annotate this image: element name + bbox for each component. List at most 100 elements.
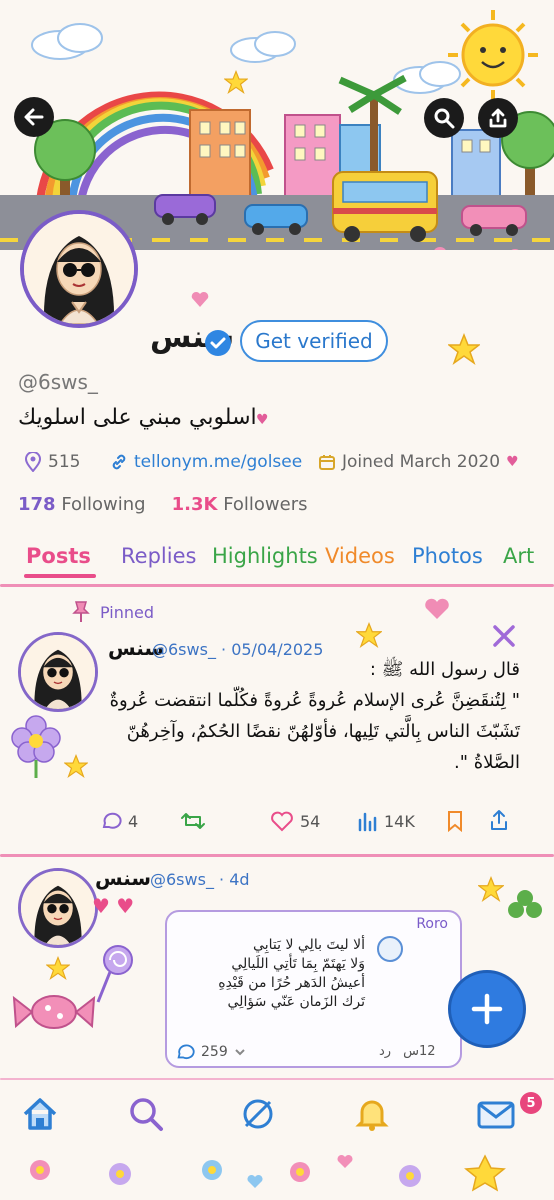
lollipop-decoration-icon: [96, 945, 133, 1003]
follow-stats: 178 Following 1.3K Followers: [18, 494, 308, 515]
nav-notifications[interactable]: [350, 1092, 394, 1136]
nav-search[interactable]: [124, 1092, 168, 1136]
bookmark-icon: [448, 811, 462, 832]
tab-art[interactable]: Art: [503, 544, 534, 568]
share-icon: [491, 810, 507, 830]
bell-icon: [355, 1100, 389, 1131]
reply-count: 4: [128, 811, 139, 831]
active-tab-indicator: [24, 574, 96, 578]
share-button[interactable]: [478, 98, 518, 138]
star-decoration-icon: [46, 956, 70, 980]
website-text[interactable]: tellonym.me/golsee: [134, 452, 302, 472]
quote-reply-count: 259: [201, 1044, 228, 1060]
tab-highlights[interactable]: Highlights: [212, 544, 318, 568]
pin-icon: [72, 601, 90, 622]
search-icon: [130, 1098, 163, 1131]
nav-divider: [0, 1078, 554, 1080]
plus-icon: [471, 993, 503, 1025]
quote-reply-button[interactable]: 259: [175, 1042, 246, 1062]
avatar-drawing: [24, 214, 134, 324]
profile-bio: اسلوبي مبني على اسلويك: [18, 405, 257, 430]
hearts-decoration-icon: ♥ ♥: [92, 894, 135, 918]
location-text: 515: [48, 452, 81, 472]
star-decoration-icon: [64, 754, 88, 778]
footer-doodles: [30, 1154, 506, 1192]
tab-videos[interactable]: Videos: [325, 544, 395, 568]
quote-author-avatar[interactable]: [377, 936, 403, 962]
quote-line: تَرك الزَمان عَنّي سَؤالِي: [227, 994, 365, 1010]
quote-time: 12س: [403, 1044, 436, 1059]
following-link[interactable]: 178 Following: [18, 494, 146, 515]
post-avatar[interactable]: [18, 632, 98, 712]
star-decoration-icon: [356, 622, 382, 648]
repost-icon: [181, 813, 205, 829]
calendar-icon: [319, 455, 335, 470]
profile-handle: @6sws_: [18, 370, 98, 394]
quote-author-name[interactable]: Roro: [416, 916, 448, 932]
flower-decoration-icon: [11, 715, 61, 778]
heart-icon: ♥: [256, 412, 269, 428]
tabs-divider: [0, 584, 554, 587]
back-button[interactable]: [14, 97, 54, 137]
following-count: 178: [18, 494, 56, 515]
quote-text: ألا ليتَ بالِي لا يَتابِي وَلا يَهتَمّ ب…: [177, 936, 365, 1012]
get-verified-button[interactable]: Get verified: [240, 320, 388, 362]
share-post-button[interactable]: [488, 808, 510, 832]
tab-posts[interactable]: Posts: [26, 544, 91, 568]
tab-photos[interactable]: Photos: [412, 544, 483, 568]
like-button[interactable]: 54: [270, 810, 320, 832]
post-divider: [0, 854, 554, 857]
quote-line: ألا ليتَ بالِي لا يَتابِي: [253, 937, 365, 953]
heart-icon: ♥: [506, 454, 519, 470]
link-icon: [112, 454, 126, 470]
post-avatar[interactable]: [18, 868, 98, 948]
pinned-indicator: Pinned: [70, 600, 154, 624]
views-button[interactable]: 14K: [356, 810, 415, 832]
pinned-label: Pinned: [100, 602, 155, 622]
post-author-name[interactable]: سنس: [95, 866, 151, 890]
nav-grok[interactable]: [236, 1092, 280, 1136]
followers-link[interactable]: 1.3K Followers: [172, 494, 308, 515]
following-label: Following: [61, 494, 146, 515]
flower-decoration-icon: [508, 890, 542, 918]
location-pin-icon: [24, 452, 42, 472]
nav-messages[interactable]: [474, 1092, 518, 1136]
views-icon: [358, 812, 377, 832]
more-options-icon[interactable]: [490, 622, 518, 650]
like-count: 54: [300, 811, 321, 831]
bookmark-button[interactable]: [446, 810, 464, 832]
post-line: " لِتُنقَضِنَّ عُرى الإسلام عُروةً عُروة…: [109, 690, 520, 711]
quote-line: أعيشُ الدَهر حُرًا من قَيْدِهِ: [218, 975, 365, 991]
home-icon: [23, 1098, 57, 1130]
messages-badge: 5: [520, 1092, 542, 1114]
search-icon: [434, 108, 455, 129]
post-line: قال رسول الله ﷺ :: [369, 659, 520, 680]
followers-count: 1.3K: [171, 494, 218, 515]
quoted-post-card[interactable]: Roro ألا ليتَ بالِي لا يَتابِي وَلا يَهت…: [165, 910, 462, 1068]
comment-icon: [177, 1044, 195, 1059]
tab-replies[interactable]: Replies: [121, 544, 196, 568]
repost-button[interactable]: [180, 810, 206, 832]
joined-text: Joined March 2020: [342, 452, 501, 472]
search-button[interactable]: [424, 98, 464, 138]
reply-button[interactable]: 4: [100, 810, 138, 832]
heart-icon: [271, 811, 293, 832]
quote-reply-label[interactable]: رد: [379, 1044, 391, 1059]
post-line: الصَّلاةُ ".: [454, 752, 520, 773]
candy-decoration-icon: [12, 995, 96, 1029]
joined-date: Joined March 2020 ♥: [318, 452, 519, 472]
post-line: تَشَبّثَ الناس بِالَّتي تَلِيها، فأوّلهُ…: [126, 721, 520, 742]
mail-icon: [477, 1101, 515, 1129]
verified-badge-icon: [205, 330, 231, 356]
star-decoration-icon: [478, 876, 504, 902]
website-link[interactable]: tellonym.me/golsee: [110, 452, 302, 472]
pinned-post-text: قال رسول الله ﷺ : " لِتُنقَضِنَّ عُرى ال…: [100, 654, 520, 778]
nav-home[interactable]: [18, 1092, 62, 1136]
heart-decoration-icon: [191, 291, 209, 307]
post-handle-date[interactable]: @6sws_ · 4d: [150, 870, 250, 889]
compose-post-button[interactable]: [448, 970, 526, 1048]
avatar-drawing: [21, 871, 95, 945]
profile-avatar[interactable]: [20, 210, 138, 328]
followers-label: Followers: [223, 494, 308, 515]
heart-decoration-icon: [425, 598, 449, 619]
